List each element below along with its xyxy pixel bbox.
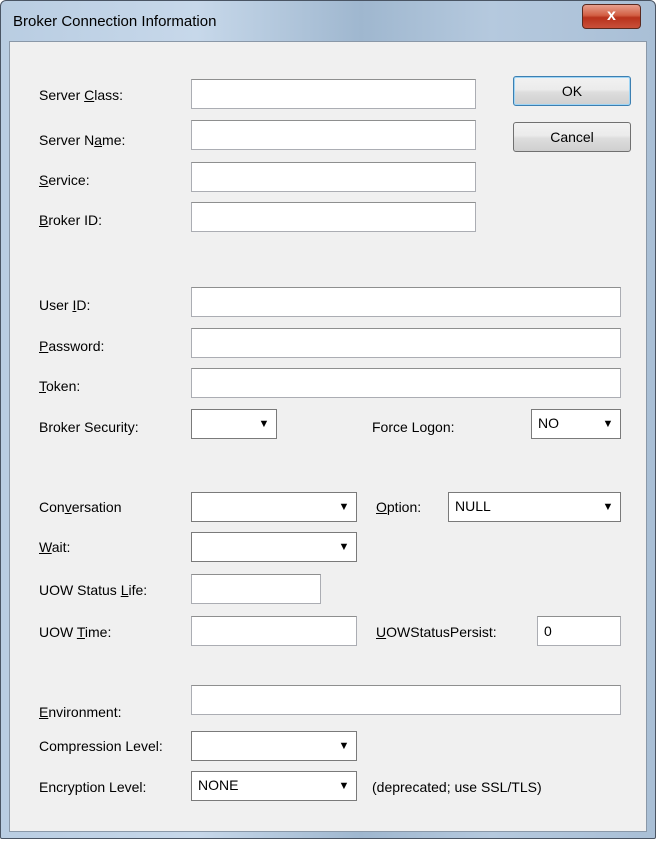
ok-button[interactable]: OK (513, 76, 631, 106)
close-button[interactable]: x (582, 4, 641, 29)
broker-security-label: Broker Security: (39, 419, 139, 435)
broker-id-label: Broker ID: (39, 212, 103, 228)
broker-id-input[interactable] (191, 202, 476, 232)
encryption-level-label: Encryption Level: (39, 779, 147, 795)
uow-status-life-input[interactable] (191, 574, 321, 604)
cancel-button[interactable]: Cancel (513, 122, 631, 152)
chevron-down-icon[interactable]: ▼ (334, 735, 354, 757)
token-label: Token: (39, 378, 81, 394)
password-input[interactable] (191, 328, 621, 358)
close-icon: x (607, 7, 616, 24)
server-class-input[interactable] (191, 79, 476, 109)
compression-level-label: Compression Level: (39, 738, 163, 754)
option-value: NULL (455, 498, 491, 514)
dialog-window: Broker Connection Information x OK Cance… (0, 0, 656, 839)
compression-level-select[interactable]: ▼ (191, 731, 357, 761)
force-logon-value: NO (538, 415, 559, 431)
uow-status-persist-input[interactable] (537, 616, 621, 646)
uow-status-life-label: UOW Status Life: (39, 582, 148, 598)
chevron-down-icon[interactable]: ▼ (598, 496, 618, 518)
option-select[interactable]: NULL ▼ (448, 492, 621, 522)
deprecated-note: (deprecated; use SSL/TLS) (372, 779, 542, 795)
service-input[interactable] (191, 162, 476, 192)
window-title: Broker Connection Information (13, 13, 217, 30)
encryption-level-select[interactable]: NONE ▼ (191, 771, 357, 801)
chevron-down-icon[interactable]: ▼ (334, 536, 354, 558)
option-label: Option: (376, 499, 422, 515)
server-name-label: Server Name: (39, 132, 126, 148)
conversation-select[interactable]: ▼ (191, 492, 357, 522)
wait-label: Wait: (39, 539, 71, 555)
force-logon-select[interactable]: NO ▼ (531, 409, 621, 439)
token-input[interactable] (191, 368, 621, 398)
chevron-down-icon[interactable]: ▼ (254, 413, 274, 435)
service-label: Service: (39, 172, 90, 188)
uow-time-label: UOW Time: (39, 624, 112, 640)
user-id-input[interactable] (191, 287, 621, 317)
encryption-level-value: NONE (198, 777, 239, 793)
conversation-label: Conversation (39, 499, 122, 515)
server-name-input[interactable] (191, 120, 476, 150)
uow-status-persist-label: UOWStatusPersist: (376, 624, 497, 640)
environment-input[interactable] (191, 685, 621, 715)
title-bar[interactable]: Broker Connection Information x (1, 1, 657, 41)
environment-label: Environment: (39, 704, 122, 720)
uow-time-input[interactable] (191, 616, 357, 646)
password-label: Password: (39, 338, 105, 354)
chevron-down-icon[interactable]: ▼ (598, 413, 618, 435)
chevron-down-icon[interactable]: ▼ (334, 775, 354, 797)
wait-select[interactable]: ▼ (191, 532, 357, 562)
dialog-client-area: OK Cancel Server Class: Server Name: Ser… (9, 41, 647, 832)
chevron-down-icon[interactable]: ▼ (334, 496, 354, 518)
server-class-label: Server Class: (39, 87, 124, 103)
broker-security-select[interactable]: ▼ (191, 409, 277, 439)
force-logon-label: Force Logon: (372, 419, 455, 435)
user-id-label: User ID: (39, 297, 91, 313)
